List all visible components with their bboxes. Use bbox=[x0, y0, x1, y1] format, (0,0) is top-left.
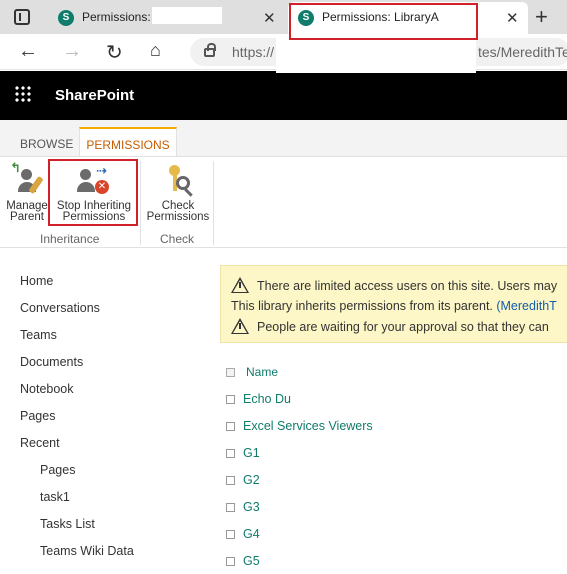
warning-approval: People are waiting for your approval so … bbox=[231, 318, 549, 334]
nav-subitem-pages[interactable]: Pages bbox=[40, 463, 75, 477]
row-checkbox[interactable] bbox=[226, 449, 235, 458]
check-permissions-button[interactable]: Check Permissions bbox=[145, 163, 211, 223]
list-item-name[interactable]: G5 bbox=[243, 554, 260, 568]
back-arrow-icon[interactable]: ← bbox=[18, 40, 38, 63]
warning-icon bbox=[231, 277, 249, 293]
nav-subitem-task1[interactable]: task1 bbox=[40, 490, 70, 504]
list-item-name[interactable]: Echo Du bbox=[243, 392, 291, 406]
redacted-area bbox=[276, 36, 476, 73]
row-checkbox[interactable] bbox=[226, 395, 235, 404]
list-item-name[interactable]: G4 bbox=[243, 527, 260, 541]
group-label-check: Check bbox=[160, 232, 195, 246]
row-checkbox[interactable] bbox=[226, 503, 235, 512]
list-item-name[interactable]: G1 bbox=[243, 446, 260, 460]
manage-parent-button[interactable]: ↰ Manage Parent bbox=[5, 161, 49, 223]
warning-text-3: People are waiting for your approval so … bbox=[257, 320, 549, 334]
nav-item-recent[interactable]: Recent bbox=[20, 436, 60, 450]
new-tab-icon[interactable]: + bbox=[535, 4, 548, 30]
row-checkbox[interactable] bbox=[226, 557, 235, 566]
refresh-icon[interactable]: ↻ bbox=[106, 40, 123, 65]
url-text-start: https:// bbox=[232, 44, 275, 60]
close-tab-icon[interactable]: ✕ bbox=[506, 9, 519, 27]
check-permissions-icon bbox=[162, 163, 194, 197]
manage-parent-icon: ↰ bbox=[9, 161, 45, 197]
inherits-text: This library inherits permissions from i… bbox=[231, 299, 497, 313]
group-separator bbox=[140, 161, 141, 245]
redacted-text bbox=[152, 7, 222, 24]
app-launcher-icon[interactable] bbox=[14, 85, 32, 103]
tab-title: Permissions: bbox=[82, 10, 151, 24]
inherits-permissions-message: This library inherits permissions from i… bbox=[231, 299, 557, 313]
nav-item-pages[interactable]: Pages bbox=[20, 409, 55, 423]
ribbon-tabs: BROWSE PERMISSIONS bbox=[0, 120, 567, 157]
row-checkbox[interactable] bbox=[226, 476, 235, 485]
nav-item-documents[interactable]: Documents bbox=[20, 355, 83, 369]
column-header-name[interactable]: Name bbox=[246, 365, 278, 379]
list-item-name[interactable]: G3 bbox=[243, 500, 260, 514]
row-checkbox[interactable] bbox=[226, 530, 235, 539]
warning-icon bbox=[231, 318, 249, 334]
tab-actions-icon[interactable] bbox=[14, 9, 30, 25]
warning-text-1: There are limited access users on this s… bbox=[257, 279, 558, 293]
url-text-end: tes/MeredithTe bbox=[478, 44, 567, 60]
forward-arrow-icon[interactable]: → bbox=[62, 40, 82, 63]
suite-bar: SharePoint bbox=[0, 71, 567, 120]
sharepoint-brand[interactable]: SharePoint bbox=[55, 87, 134, 104]
status-message-box: There are limited access users on this s… bbox=[220, 265, 567, 343]
home-icon[interactable]: ⌂ bbox=[150, 40, 161, 61]
list-item-name[interactable]: Excel Services Viewers bbox=[243, 419, 373, 433]
manage-parent-label-2: Parent bbox=[10, 211, 44, 223]
warning-limited-access: There are limited access users on this s… bbox=[231, 277, 557, 293]
parent-site-link[interactable]: (MeredithT bbox=[496, 299, 556, 313]
highlight-box bbox=[48, 159, 138, 226]
tab-browse[interactable]: BROWSE bbox=[20, 137, 73, 151]
nav-item-notebook[interactable]: Notebook bbox=[20, 382, 74, 396]
group-label-inheritance: Inheritance bbox=[40, 232, 100, 246]
browser-tab-strip: S Permissions: ✕ S Permissions: LibraryA… bbox=[0, 0, 567, 40]
row-checkbox[interactable] bbox=[226, 422, 235, 431]
highlight-box bbox=[289, 3, 478, 40]
check-permissions-label-2: Permissions bbox=[146, 211, 210, 223]
group-separator bbox=[213, 161, 214, 245]
browser-tab-permissions[interactable]: S Permissions: ✕ bbox=[48, 2, 286, 34]
nav-item-home[interactable]: Home bbox=[20, 274, 53, 288]
nav-subitem-tasks-list[interactable]: Tasks List bbox=[40, 517, 95, 531]
sharepoint-favicon-icon: S bbox=[58, 10, 74, 26]
nav-subitem-teams-wiki-data[interactable]: Teams Wiki Data bbox=[40, 544, 134, 558]
lock-icon[interactable] bbox=[204, 43, 216, 57]
list-item-name[interactable]: G2 bbox=[243, 473, 260, 487]
select-all-checkbox[interactable] bbox=[226, 368, 235, 377]
nav-item-teams[interactable]: Teams bbox=[20, 328, 57, 342]
tab-permissions[interactable]: PERMISSIONS bbox=[79, 127, 177, 157]
nav-item-conversations[interactable]: Conversations bbox=[20, 301, 100, 315]
close-tab-icon[interactable]: ✕ bbox=[263, 9, 276, 27]
